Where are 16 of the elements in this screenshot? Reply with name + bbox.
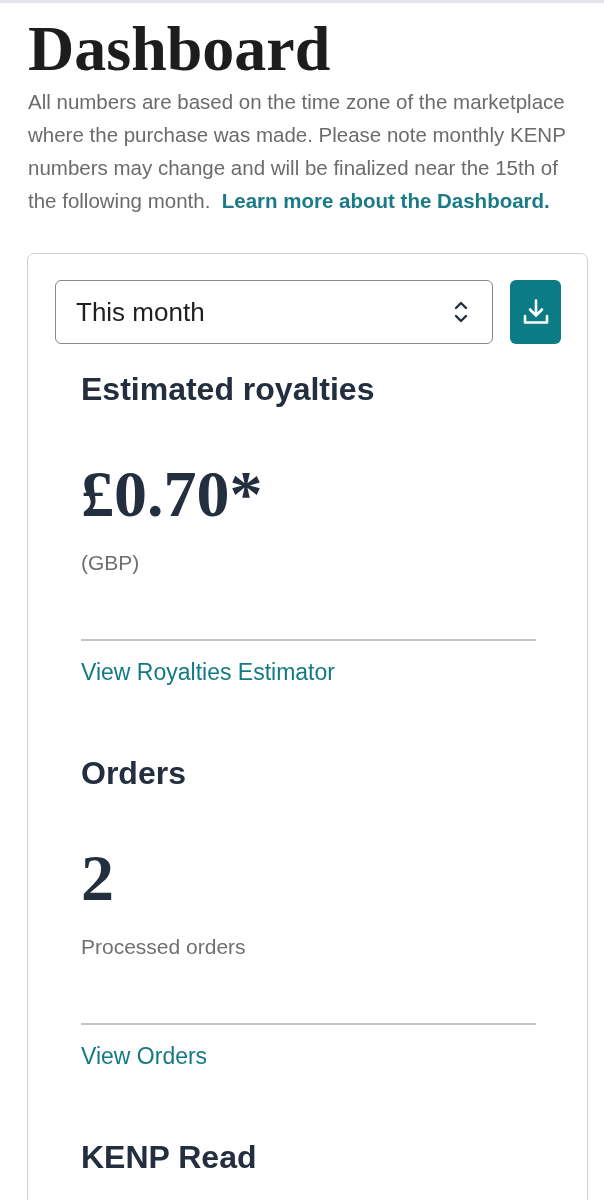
page-title: Dashboard [28, 17, 332, 81]
section-heading: Estimated royalties [81, 370, 375, 408]
metric-value: £0.70* [81, 460, 263, 528]
section-heading: KENP Read [81, 1138, 257, 1176]
download-icon [522, 299, 549, 325]
download-button[interactable] [510, 280, 561, 344]
metric-caption: Processed orders [81, 934, 246, 960]
metric-value: 2 [81, 844, 114, 912]
view-link[interactable]: View Orders [81, 1042, 208, 1070]
metric-caption: (GBP) [81, 550, 140, 576]
period-select[interactable]: This month [55, 280, 493, 344]
view-link[interactable]: View Royalties Estimator [81, 658, 335, 686]
learn-more-link[interactable]: Learn more about the Dashboard. [221, 189, 550, 212]
chevron-up-down-icon [454, 300, 468, 324]
section-heading: Orders [81, 754, 186, 792]
intro-text: All numbers are based on the time zone of the marketplace where the purchase was made. Please note monthly KENP numbers may change and will be finalized near the 15th of the following month. Learn more about the Dashboard. [28, 89, 567, 214]
